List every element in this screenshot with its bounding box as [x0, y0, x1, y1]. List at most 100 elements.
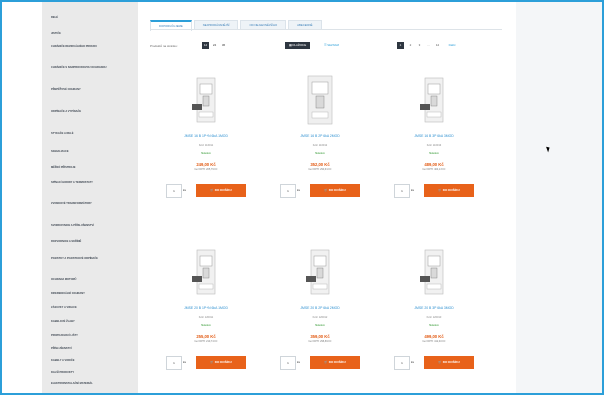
quantity-input[interactable]: 1: [166, 356, 182, 370]
product-image[interactable]: [272, 244, 368, 302]
sidebar-item[interactable]: ODPÍNAČE A VYPÍNAČE: [51, 110, 131, 113]
sidebar-item[interactable]: PŘEPĚŤOVÉ OCHRANY: [51, 88, 131, 91]
add-to-cart-label: DO KOŠÍKU: [442, 360, 460, 364]
product-name[interactable]: JMSE 20 B 2P 6kA 2MOD: [276, 306, 364, 310]
circuit-breaker-icon: [306, 249, 330, 295]
sidebar-item[interactable]: OCHRANA MOTORŮ: [51, 278, 131, 281]
product-code: Kód: 120012: [312, 316, 328, 319]
sidebar-item[interactable]: PŘÍSLUŠENSTVÍ: [51, 347, 131, 350]
sidebar-item[interactable]: SPÍNACÍ HODINY A TERMOSTATY: [51, 181, 131, 184]
unit-label: ks: [297, 188, 300, 192]
quantity-input[interactable]: 1: [394, 356, 410, 370]
unit-label: ks: [183, 188, 186, 192]
product-price: 352,00 Kč: [310, 162, 330, 167]
unit-label: ks: [297, 360, 300, 364]
sidebar-item[interactable]: KABELOVÉ ŽLABY: [51, 320, 131, 323]
product-code: Kód: 116013: [426, 144, 442, 147]
quantity-input[interactable]: 1: [280, 356, 296, 370]
product-name[interactable]: JMSE 20 B 3P 6kA 3MOD: [390, 306, 478, 310]
stock-status: Skladem: [200, 152, 212, 155]
product-card: JMSE 16 B 1P+N 6kA 1MOD Kód: 116011 Skla…: [158, 72, 254, 198]
sidebar-item[interactable]: ZÁSUVKY A VIDLICE: [51, 306, 131, 309]
price-excl-vat: bez DPH: 404,13 Kč: [422, 168, 446, 171]
page-link[interactable]: 12: [434, 42, 441, 49]
product-name[interactable]: JMSE 20 B 1P+N 6kA 1MOD: [162, 306, 250, 310]
grid-view-button[interactable]: ▦ DLAŽDICE: [285, 42, 311, 49]
product-code: Kód: 120011: [198, 316, 214, 319]
product-image[interactable]: [386, 72, 482, 130]
sort-tabs: DOPORUČUJEME NEJPRODÁVANĚJŠÍ OD NEJLEVNĚ…: [150, 20, 322, 31]
add-to-cart-button[interactable]: 🛒 DO KOŠÍKU: [196, 184, 246, 197]
quantity-input[interactable]: 1: [280, 184, 296, 198]
unit-label: ks: [183, 360, 186, 364]
sidebar-item[interactable]: POJISTKY A POJISTKOVÉ ODPÍNAČE: [51, 257, 131, 260]
next-page-link[interactable]: Další: [446, 42, 458, 49]
add-to-cart-label: DO KOŠÍKU: [214, 360, 232, 364]
quantity-input[interactable]: 1: [166, 184, 182, 198]
sidebar-item[interactable]: CHRÁNIČE REZIDUÁLNÍHO PROUDU: [51, 45, 131, 48]
per-page-option[interactable]: 12: [202, 42, 209, 49]
add-to-cart-label: DO KOŠÍKU: [214, 188, 232, 192]
product-price: 499,00 Kč: [424, 334, 444, 339]
grid-view-label: DLAŽDICE: [292, 43, 307, 47]
per-page-option[interactable]: 36: [220, 42, 227, 49]
page-link[interactable]: 1: [397, 42, 404, 49]
list-view-label: SEZNAM: [327, 43, 339, 47]
stock-status: Skladem: [314, 152, 326, 155]
add-to-cart-label: DO KOŠÍKU: [328, 360, 346, 364]
sidebar-item[interactable]: ELEKTROINSTALAČNÍ MATERIÁL: [51, 382, 131, 385]
product-image[interactable]: [272, 72, 368, 130]
product-price: 249,00 Kč: [196, 162, 216, 167]
add-to-cart-button[interactable]: 🛒 DO KOŠÍKU: [424, 184, 474, 197]
price-excl-vat: bez DPH: 210,74 Kč: [194, 340, 218, 343]
product-image[interactable]: [158, 72, 254, 130]
stock-status: Skladem: [428, 324, 440, 327]
sidebar-item[interactable]: RELÉ: [51, 16, 131, 19]
product-price: 359,00 Kč: [310, 334, 330, 339]
circuit-breaker-icon: [420, 249, 444, 295]
add-to-cart-button[interactable]: 🛒 DO KOŠÍKU: [196, 356, 246, 369]
sidebar-item[interactable]: KABELY A VODIČE: [51, 359, 131, 362]
product-card: JMSE 20 B 3P 6kA 3MOD Kód: 120013 Sklade…: [386, 244, 482, 370]
price-excl-vat: bez DPH: 290,91 Kč: [308, 168, 332, 171]
sidebar-item[interactable]: DALŠÍ PRODUKTY: [51, 371, 131, 374]
per-page-label: Produktů na stránku:: [150, 44, 178, 48]
sidebar-item[interactable]: ZVONKOVÉ TRANSFORMÁTORY: [51, 202, 131, 205]
product-name[interactable]: JMSE 16 B 3P 6kA 3MOD: [390, 134, 478, 138]
product-price: 489,00 Kč: [424, 162, 444, 167]
sidebar-item[interactable]: SVORKOVNICE A PŘÍSLUŠENSTVÍ: [51, 224, 131, 227]
sidebar-item[interactable]: JISTIČE: [51, 32, 131, 35]
product-code: Kód: 116012: [312, 144, 328, 147]
list-view-button[interactable]: ☰ SEZNAM: [320, 42, 343, 49]
sidebar-item[interactable]: SIGNALIZACE: [51, 150, 131, 153]
product-code: Kód: 116011: [198, 144, 214, 147]
left-gutter: [2, 2, 42, 393]
listing-toolbar: Produktů na stránku: 12 24 36 ▦ DLAŽDICE…: [150, 41, 502, 51]
add-to-cart-button[interactable]: 🛒 DO KOŠÍKU: [310, 356, 360, 369]
category-sidebar: RELÉ JISTIČE CHRÁNIČE REZIDUÁLNÍHO PROUD…: [42, 2, 138, 393]
circuit-breaker-icon: [307, 75, 333, 125]
add-to-cart-button[interactable]: 🛒 DO KOŠÍKU: [310, 184, 360, 197]
sidebar-item[interactable]: PROPOJOVACÍ LIŠTY: [51, 334, 131, 337]
add-to-cart-button[interactable]: 🛒 DO KOŠÍKU: [424, 356, 474, 369]
sidebar-item[interactable]: STYKAČE A RELÉ: [51, 132, 131, 135]
stock-status: Skladem: [314, 324, 326, 327]
product-image[interactable]: [386, 244, 482, 302]
page-link[interactable]: 2: [407, 42, 414, 49]
quantity-input[interactable]: 1: [394, 184, 410, 198]
page-link[interactable]: 3: [416, 42, 423, 49]
sidebar-item[interactable]: MĚŘICÍ PŘÍSTROJE: [51, 166, 131, 169]
right-empty-pane: [516, 2, 602, 393]
sidebar-item[interactable]: DIFERENCIÁLNÍ OCHRANY: [51, 292, 131, 295]
product-name[interactable]: JMSE 16 B 2P 6kA 2MOD: [276, 134, 364, 138]
product-image[interactable]: [158, 244, 254, 302]
product-name[interactable]: JMSE 16 B 1P+N 6kA 1MOD: [162, 134, 250, 138]
circuit-breaker-icon: [420, 77, 444, 123]
sidebar-item[interactable]: CHRÁNIČE S NADPROUDOVOU OCHRANOU: [51, 66, 131, 69]
unit-label: ks: [411, 360, 414, 364]
per-page-option[interactable]: 24: [211, 42, 218, 49]
circuit-breaker-icon: [192, 77, 216, 123]
sidebar-item[interactable]: ROZVODNICE A SKŘÍNĚ: [51, 240, 131, 243]
product-card: JMSE 16 B 2P 6kA 2MOD Kód: 116012 Sklade…: [272, 72, 368, 198]
price-excl-vat: bez DPH: 412,40 Kč: [422, 340, 446, 343]
